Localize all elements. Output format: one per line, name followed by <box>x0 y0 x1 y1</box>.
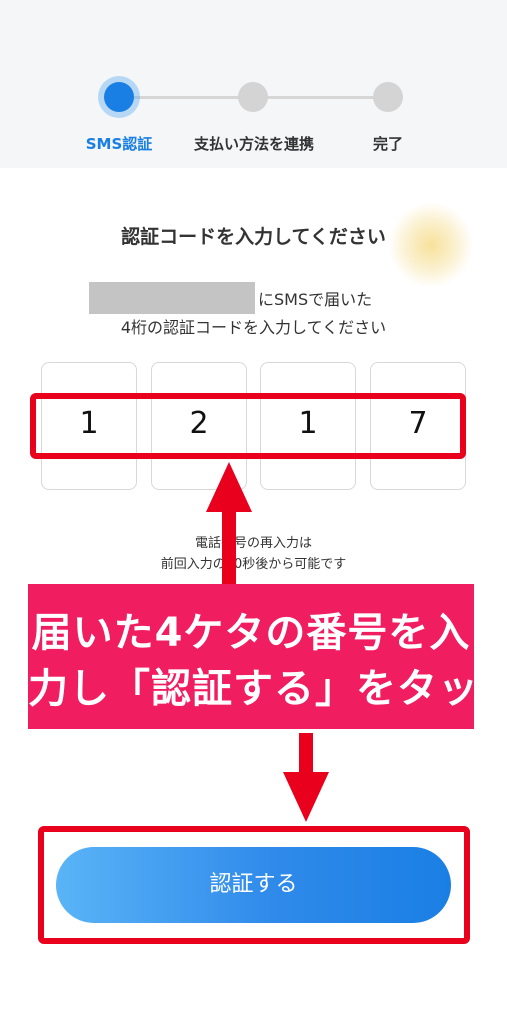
instruction-line-1: にSMSで届いた <box>258 290 373 309</box>
banner-line-1: 届いた4ケタの番号を入 <box>31 610 471 656</box>
step-label-complete: 完了 <box>372 135 404 153</box>
arrow-up-shaft <box>222 505 236 585</box>
arrow-down-icon <box>283 772 329 822</box>
instruction-banner: 届いた4ケタの番号を入 力し「認証する」をタップ <box>28 584 507 729</box>
step-header: SMS認証 支払い方法を連携 完了 <box>0 0 507 168</box>
arrow-up-icon <box>206 462 252 512</box>
reentry-notice-line-2: 前回入力の30秒後から可能です <box>160 557 347 572</box>
step-connector <box>262 96 388 99</box>
verify-button[interactable]: 認証する <box>56 847 451 923</box>
step-connector <box>128 96 253 99</box>
step-indicator-sms <box>104 82 134 112</box>
step-indicator-complete <box>373 82 403 112</box>
banner-line-2: 力し「認証する」をタップ <box>28 666 507 712</box>
instruction-line-2: 4桁の認証コードを入力してください <box>120 318 387 337</box>
step-label-payment: 支払い方法を連携 <box>193 135 315 153</box>
page-title: 認証コードを入力してください <box>121 226 386 248</box>
step-label-sms: SMS認証 <box>85 135 153 153</box>
masked-phone-number <box>89 282 255 314</box>
reentry-notice-line-1: 電話番号の再入力は <box>194 536 312 551</box>
code-highlight-frame <box>30 393 466 459</box>
step-indicator-payment <box>238 82 268 112</box>
